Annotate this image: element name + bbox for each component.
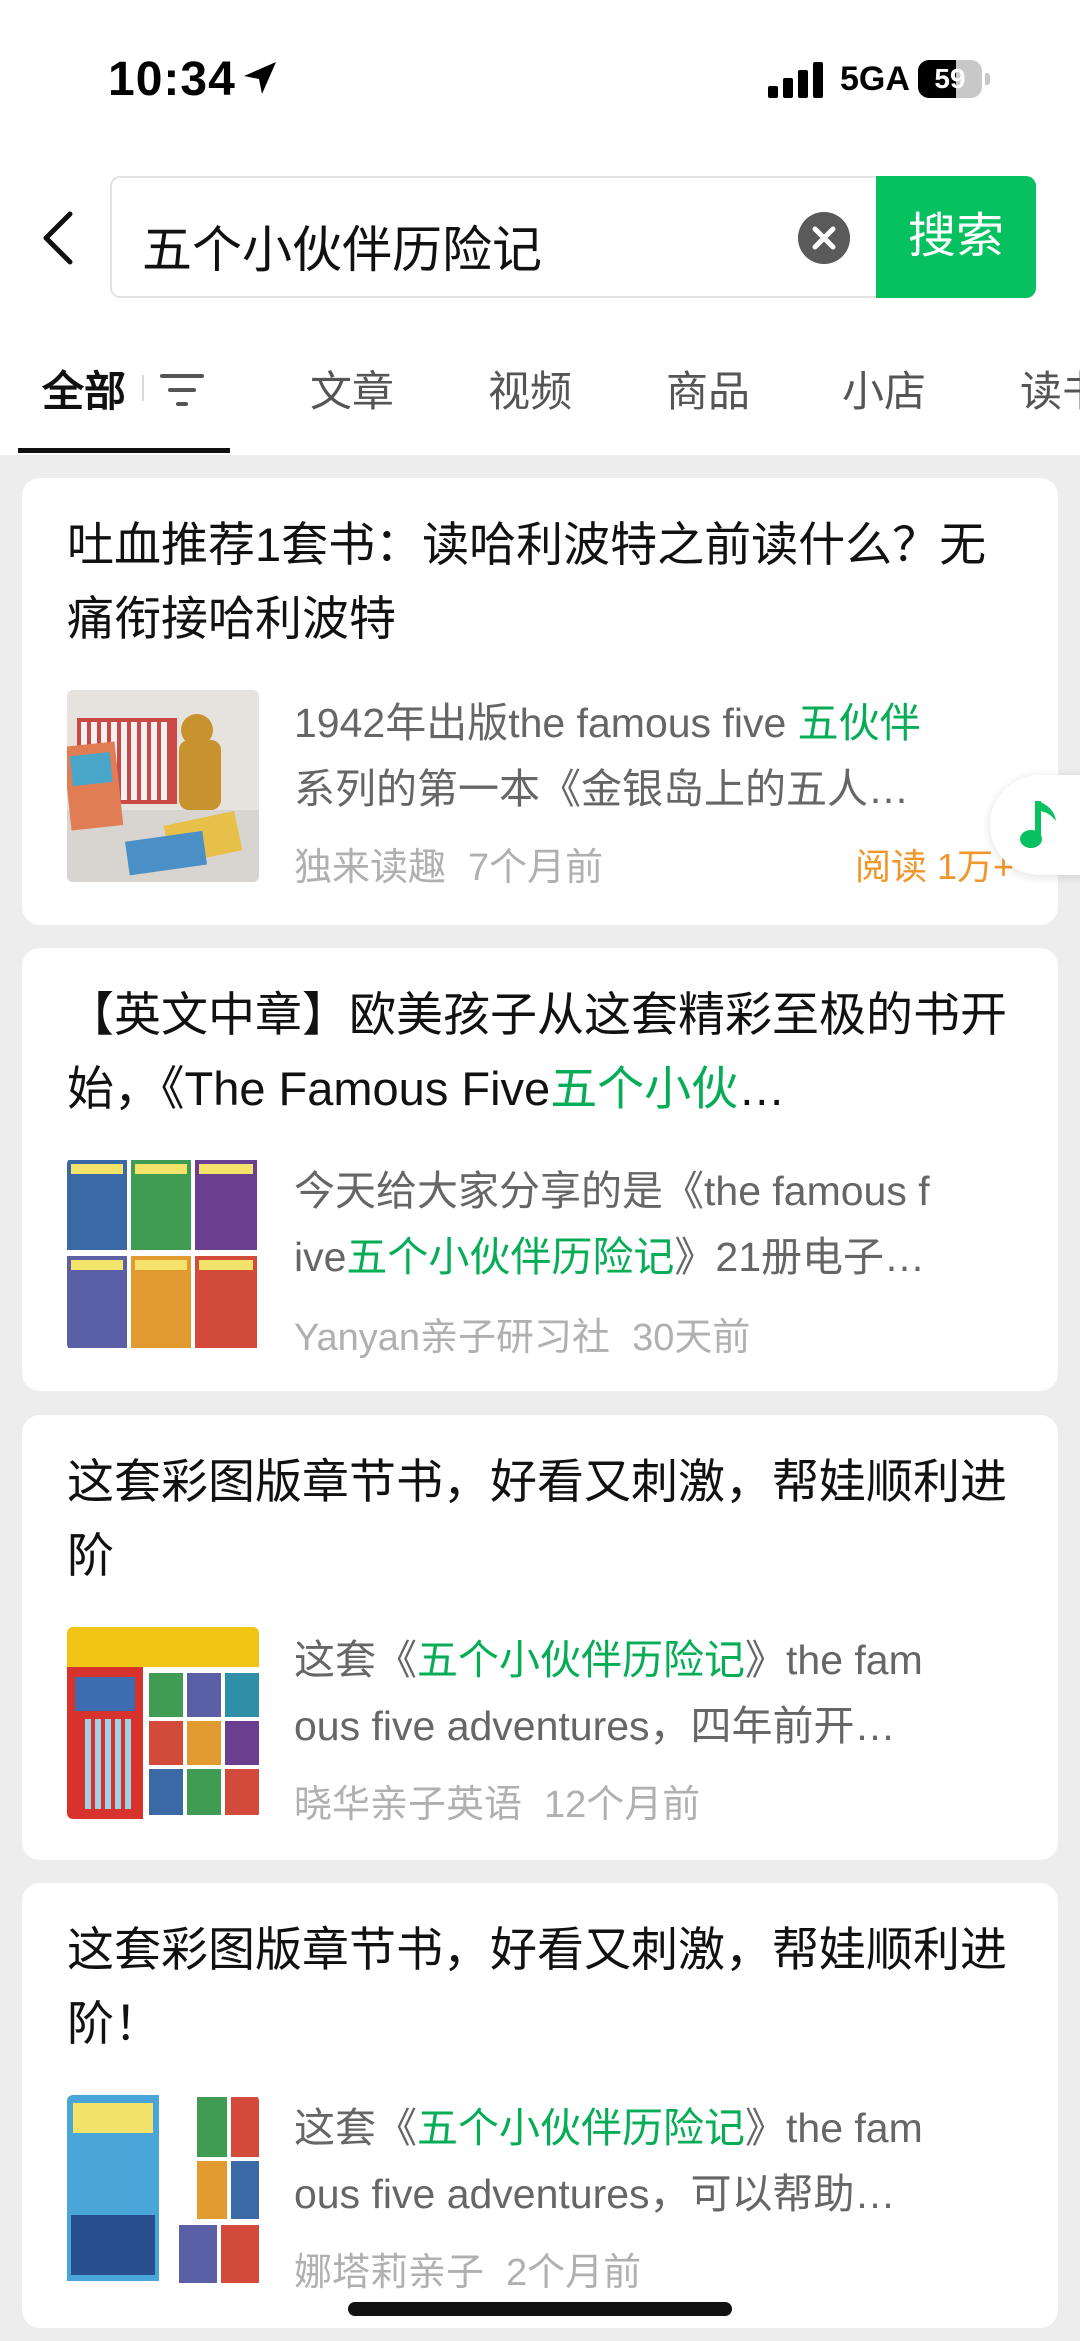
result-title[interactable]: 吐血推荐1套书：读哈利波特之前读什么？无痛衔接哈利波特 xyxy=(67,508,1007,656)
tab-articles[interactable]: 文章 xyxy=(310,358,394,419)
result-thumbnail xyxy=(67,1158,259,1350)
tab-divider xyxy=(142,375,144,401)
result-meta: 晓华亲子英语 12个月前 xyxy=(294,1773,700,1828)
result-title[interactable]: 【英文中章】欧美孩子从这套精彩至极的书开始，《The Famous Five五个… xyxy=(67,978,1007,1126)
result-card-3[interactable]: 这套彩图版章节书，好看又刺激，帮娃顺利进阶 这套《五个小伙伴历险记》the fa… xyxy=(22,1415,1058,1860)
result-card-2[interactable]: 【英文中章】欧美孩子从这套精彩至极的书开始，《The Famous Five五个… xyxy=(22,948,1058,1391)
result-time: 30天前 xyxy=(632,1317,751,1359)
tab-products[interactable]: 商品 xyxy=(666,358,750,419)
search-query[interactable]: 五个小伙伴历险记 xyxy=(142,210,542,282)
active-tab-indicator xyxy=(18,448,230,453)
result-thumbnail xyxy=(67,1627,259,1819)
network-type: 5GA xyxy=(840,60,910,98)
search-header: 五个小伙伴历险记 搜索 xyxy=(0,150,1080,320)
tab-books[interactable]: 读书 xyxy=(1020,358,1080,419)
tab-shops[interactable]: 小店 xyxy=(842,358,926,419)
result-thumbnail xyxy=(67,2095,259,2287)
result-source[interactable]: 晓华亲子英语 xyxy=(294,1784,522,1826)
result-source[interactable]: 独来读趣 xyxy=(294,847,446,889)
home-indicator[interactable] xyxy=(348,2302,732,2316)
clear-icon[interactable] xyxy=(798,212,850,264)
result-source[interactable]: 娜塔莉亲子 xyxy=(294,2252,484,2294)
filter-tabs: 全部 文章 视频 商品 小店 读书 xyxy=(0,320,1080,455)
result-meta: 独来读趣 7个月前 xyxy=(294,836,603,891)
status-time: 10:34 xyxy=(108,53,236,106)
filter-icon[interactable] xyxy=(158,370,206,410)
result-time: 12个月前 xyxy=(544,1784,701,1826)
result-title[interactable]: 这套彩图版章节书，好看又刺激，帮娃顺利进阶！ xyxy=(67,1913,1007,2061)
tab-videos[interactable]: 视频 xyxy=(488,358,572,419)
search-input[interactable]: 五个小伙伴历险记 xyxy=(110,176,878,298)
battery-icon: 59 xyxy=(918,60,992,98)
result-snippet: 今天给大家分享的是《the famous f ive五个小伙伴历险记》21册电子… xyxy=(294,1168,930,1280)
result-thumbnail xyxy=(67,690,259,882)
battery-level: 59 xyxy=(934,63,966,94)
tab-all[interactable]: 全部 xyxy=(42,358,126,419)
cellular-signal-icon xyxy=(768,62,823,98)
result-time: 2个月前 xyxy=(506,2252,642,2294)
result-snippet: 1942年出版the famous five 五伙伴 系列的第一本《金银岛上的五… xyxy=(294,700,921,812)
result-meta: 娜塔莉亲子 2个月前 xyxy=(294,2241,641,2296)
back-arrow-icon[interactable] xyxy=(36,208,80,268)
result-snippet: 这套《五个小伙伴历险记》the fam ous five adventures，… xyxy=(294,2105,923,2217)
result-card-1[interactable]: 吐血推荐1套书：读哈利波特之前读什么？无痛衔接哈利波特 1942年出版the f… xyxy=(22,478,1058,925)
music-player-button[interactable] xyxy=(990,775,1080,875)
location-arrow-icon xyxy=(244,62,276,94)
result-title[interactable]: 这套彩图版章节书，好看又刺激，帮娃顺利进阶 xyxy=(67,1445,1007,1593)
music-note-icon xyxy=(1020,801,1056,848)
result-snippet: 这套《五个小伙伴历险记》the fam ous five adventures，… xyxy=(294,1637,923,1749)
result-meta: Yanyan亲子研习社 30天前 xyxy=(294,1306,750,1361)
result-source[interactable]: Yanyan亲子研习社 xyxy=(294,1317,610,1359)
result-card-4[interactable]: 这套彩图版章节书，好看又刺激，帮娃顺利进阶！ 这套《五个小伙伴历险记》the f… xyxy=(22,1883,1058,2328)
result-time: 7个月前 xyxy=(468,847,604,889)
search-button[interactable]: 搜索 xyxy=(876,176,1036,298)
read-count: 阅读 1万+ xyxy=(854,846,1014,887)
status-bar: 10:34 5GA 59 xyxy=(0,0,1080,150)
